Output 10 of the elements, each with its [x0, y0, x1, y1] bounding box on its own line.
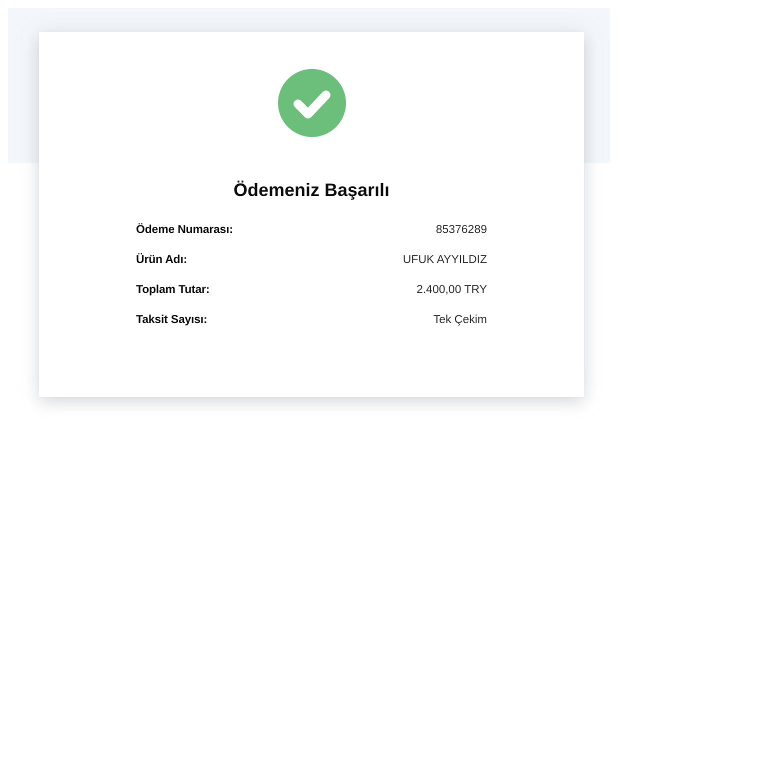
- detail-label: Ödeme Numarası:: [136, 224, 233, 236]
- detail-value: 85376289: [436, 224, 487, 236]
- detail-value: UFUK AYYILDIZ: [402, 254, 487, 266]
- success-title: Ödemeniz Başarılı: [232, 179, 391, 202]
- detail-label: Toplam Tutar:: [136, 284, 210, 296]
- check-icon: [278, 69, 346, 137]
- detail-value: 2.400,00 TRY: [416, 284, 487, 296]
- detail-value: Tek Çekim: [433, 314, 487, 326]
- detail-label: Taksit Sayısı:: [136, 314, 208, 326]
- detail-label: Ürün Adı:: [136, 254, 188, 266]
